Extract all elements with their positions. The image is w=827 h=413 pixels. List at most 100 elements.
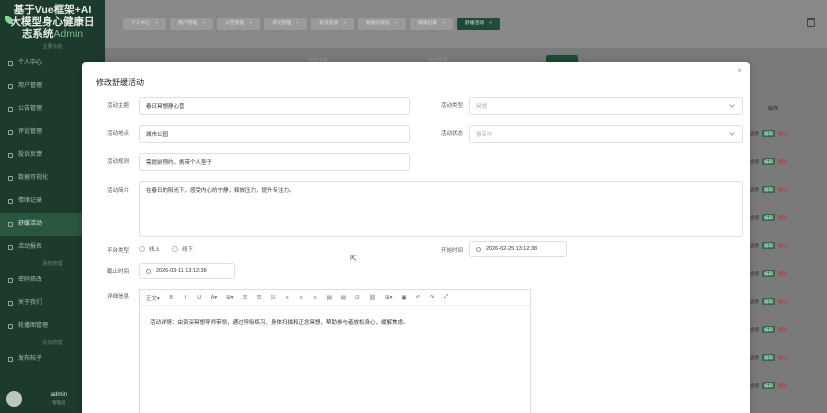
mouse-cursor-icon: ⇱: [350, 254, 357, 263]
toolbar-button[interactable]: ↷: [430, 295, 435, 301]
edit-button[interactable]: 编辑: [762, 242, 775, 249]
edit-button[interactable]: 编辑: [762, 214, 775, 221]
edit-button[interactable]: 编辑: [762, 130, 775, 137]
toolbar-button[interactable]: I: [183, 295, 188, 301]
place-input[interactable]: 城市公园: [139, 125, 410, 143]
avatar[interactable]: [6, 391, 22, 407]
rich-text-editor[interactable]: 正文▾ B I U A▾ ⊞▾ ☰ ☰ ☑ ≡ ≡ ≡ ▤ ▤ ⊡ ⛓ ⊞▾ ▣ ↶ ↷ ⤢ 活动详情：由资深冥想导师带…: [139, 289, 531, 413]
tab[interactable]: 投诉反馈 ×: [311, 18, 355, 30]
toolbar-button[interactable]: ≡: [313, 295, 318, 301]
view-link[interactable]: 查看: [750, 355, 759, 361]
view-link[interactable]: 查看: [750, 215, 759, 221]
edit-button[interactable]: 编辑: [762, 298, 775, 305]
view-link[interactable]: 查看: [750, 327, 759, 333]
sidebar-section-main: 主要功能: [42, 44, 63, 50]
toolbar-button[interactable]: ⤢: [444, 294, 449, 301]
view-link[interactable]: 查看: [750, 299, 759, 305]
delete-link[interactable]: 删除: [778, 159, 787, 165]
signup-icon: [8, 245, 13, 250]
theme-input[interactable]: 春日冥想静心营: [139, 97, 410, 115]
delete-link[interactable]: 删除: [778, 243, 787, 249]
edit-button[interactable]: 编辑: [762, 382, 775, 389]
toolbar-button[interactable]: 正文▾: [146, 294, 160, 302]
intro-textarea[interactable]: 在春日的阳光下，感受内心的宁静，释放压力，提升专注力。: [139, 181, 743, 237]
delete-link[interactable]: 删除: [778, 131, 787, 137]
status-select[interactable]: 报名中: [469, 125, 743, 143]
toolbar-button[interactable]: ▤: [327, 295, 332, 301]
toolbar-button[interactable]: ⊞▾: [226, 295, 233, 301]
toolbar-button[interactable]: ☰: [257, 295, 262, 301]
app-title-suffix: Admin: [53, 28, 84, 40]
delete-link[interactable]: 删除: [778, 271, 787, 277]
delete-link[interactable]: 删除: [778, 355, 787, 361]
type-label: 活动类型: [441, 103, 464, 109]
tab-bar: 个人中心 × 用户管理 × 公告管理 × 评论管理 × 投诉反馈 × 数据可视化 × 情绪记录 × 舒缓活动…: [123, 18, 500, 30]
toolbar-button[interactable]: ≡: [299, 295, 304, 301]
toolbar-button[interactable]: ▣: [401, 295, 406, 301]
view-link[interactable]: 查看: [750, 383, 759, 389]
delete-link[interactable]: 删除: [778, 187, 787, 193]
tab[interactable]: 个人中心 ×: [123, 18, 167, 30]
view-link[interactable]: 查看: [750, 243, 759, 249]
close-icon[interactable]: ×: [395, 21, 398, 26]
tab-label: 情绪记录: [417, 21, 438, 26]
delete-link[interactable]: 删除: [778, 299, 787, 305]
toolbar-button[interactable]: ☑: [271, 295, 276, 301]
theme-label: 活动主题: [107, 103, 130, 109]
comment-icon: [8, 130, 13, 135]
tab[interactable]: 数据可视化 ×: [358, 18, 406, 30]
info-icon: [8, 301, 13, 306]
trash-icon[interactable]: [807, 18, 815, 27]
edit-button[interactable]: 编辑: [762, 354, 775, 361]
tab[interactable]: 舒缓活动 ×: [456, 18, 500, 30]
view-link[interactable]: 查看: [750, 131, 759, 137]
sidebar-item-label: 公告管理: [18, 106, 43, 112]
edit-button[interactable]: 编辑: [762, 186, 775, 193]
close-icon[interactable]: ×: [202, 21, 205, 26]
sidebar-item-label: 发布帖子: [18, 356, 43, 362]
toolbar-button[interactable]: B: [169, 295, 174, 301]
close-icon[interactable]: ×: [343, 21, 346, 26]
edit-button[interactable]: 编辑: [762, 270, 775, 277]
toolbar-button[interactable]: ≡: [285, 295, 290, 301]
view-link[interactable]: 查看: [750, 159, 759, 165]
view-link[interactable]: 查看: [750, 187, 759, 193]
type-select[interactable]: 冥想: [469, 97, 743, 115]
radio-icon: [139, 246, 145, 252]
platform-label: 平台类型: [107, 248, 130, 254]
rule-input[interactable]: 需提前预约，携带个人垫子: [139, 153, 410, 171]
table-row-actions: 查看 编辑 删除: [750, 130, 787, 137]
toolbar-button[interactable]: ▤: [341, 295, 346, 301]
close-icon[interactable]: ×: [737, 66, 742, 75]
platform-radio-offline[interactable]: 线下: [172, 245, 193, 253]
toolbar-button[interactable]: ☰: [243, 295, 248, 301]
toolbar-button[interactable]: ↶: [416, 295, 421, 301]
toolbar-button[interactable]: ⊡: [355, 295, 360, 301]
toolbar-button[interactable]: ⛓: [369, 295, 376, 301]
delete-link[interactable]: 删除: [778, 327, 787, 333]
person-icon: [8, 61, 13, 66]
edit-button[interactable]: 编辑: [762, 158, 775, 165]
delete-link[interactable]: 删除: [778, 383, 787, 389]
toolbar-button[interactable]: U: [197, 295, 202, 301]
tab[interactable]: 评论管理 ×: [264, 18, 308, 30]
table-row-actions: 查看 编辑 删除: [750, 382, 787, 389]
toolbar-button[interactable]: ⊞▾: [385, 295, 392, 301]
toolbar-button[interactable]: A▾: [211, 295, 217, 301]
editor-content[interactable]: 活动详情：由资深冥想导师带领，通过呼吸练习、身体扫描和正念冥想，帮助参与者放松身…: [140, 306, 530, 338]
close-icon[interactable]: ×: [296, 21, 299, 26]
start-time-value: 2026-02-25 13:12:38: [486, 246, 538, 252]
close-icon[interactable]: ×: [442, 21, 445, 26]
end-time-picker[interactable]: 2026-03-11 13:12:38: [139, 263, 235, 279]
close-icon[interactable]: ×: [489, 21, 492, 26]
close-icon[interactable]: ×: [249, 21, 252, 26]
tab[interactable]: 情绪记录 ×: [409, 18, 453, 30]
tab[interactable]: 用户管理 ×: [170, 18, 214, 30]
edit-button[interactable]: 编辑: [762, 326, 775, 333]
tab[interactable]: 公告管理 ×: [217, 18, 261, 30]
delete-link[interactable]: 删除: [778, 215, 787, 221]
close-icon[interactable]: ×: [155, 21, 158, 26]
view-link[interactable]: 查看: [750, 271, 759, 277]
platform-radio-online[interactable]: 线上: [139, 245, 160, 253]
start-time-picker[interactable]: 2026-02-25 13:12:38: [469, 241, 567, 257]
